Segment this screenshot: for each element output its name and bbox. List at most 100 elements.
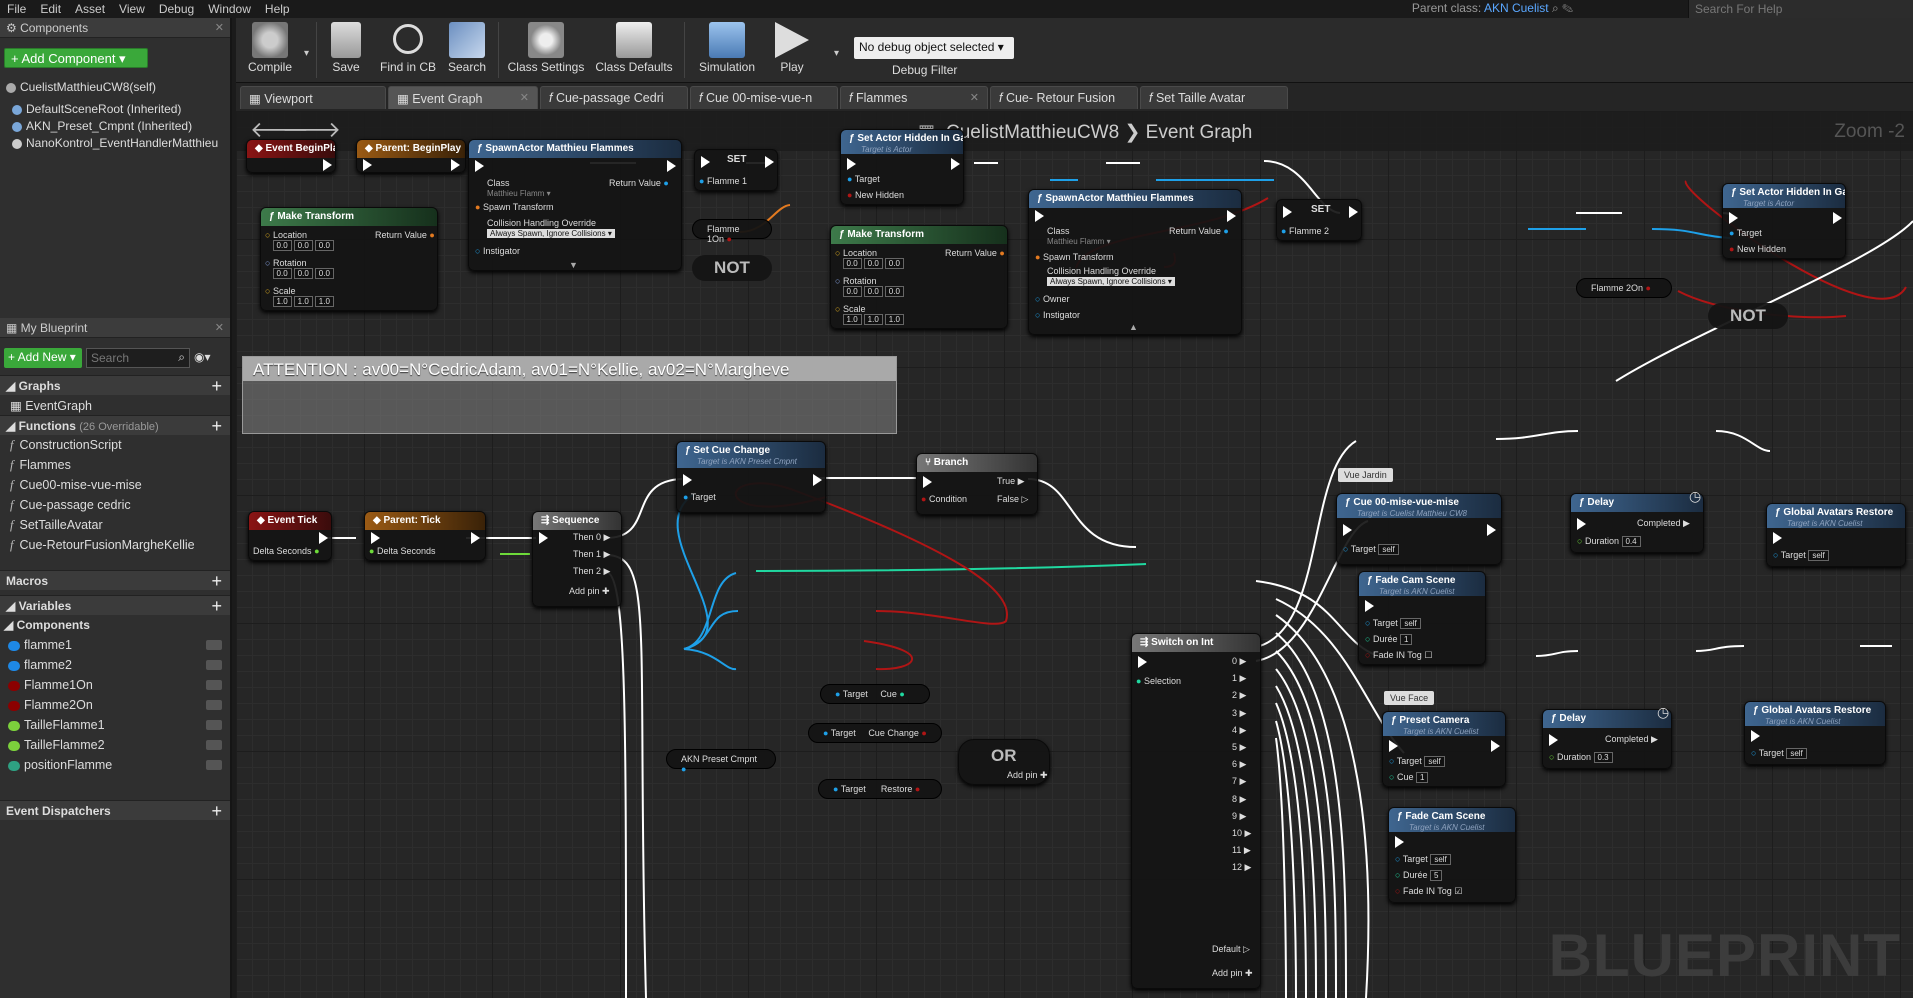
- completed-pin[interactable]: Completed ▶: [1605, 734, 1658, 745]
- exec-in-pin[interactable]: [1395, 836, 1404, 848]
- switch-case-pin[interactable]: 4 ▶: [1232, 725, 1246, 736]
- eye-icon[interactable]: [206, 640, 222, 650]
- fade-in-tog-pin[interactable]: ○ Fade IN Tog ☑: [1395, 886, 1462, 897]
- components-category[interactable]: ◢ Components: [4, 618, 90, 632]
- variable-item[interactable]: Flamme1On: [8, 678, 228, 692]
- eye-icon[interactable]: [206, 760, 222, 770]
- exec-in-pin[interactable]: [1577, 518, 1586, 530]
- selection-pin[interactable]: ● Selection: [1136, 676, 1181, 686]
- find-in-cb-button[interactable]: Find in CB: [376, 22, 440, 74]
- search-icon[interactable]: ⌕: [1552, 1, 1559, 15]
- tab-cue-passage[interactable]: f Cue-passage Cedri: [540, 86, 688, 109]
- new-hidden-pin[interactable]: ● New Hidden: [1729, 244, 1786, 254]
- node-make-transform-1[interactable]: ƒ Make Transform ○ Location 0.0 0.0 0.0 Re…: [260, 207, 438, 311]
- exec-out-pin[interactable]: [1491, 740, 1500, 752]
- variable-item[interactable]: flamme2: [8, 658, 228, 672]
- target-pin[interactable]: ○ Target self: [1751, 748, 1809, 759]
- target-pin[interactable]: ○ Target self: [1343, 544, 1401, 555]
- node-make-transform-2[interactable]: ƒ Make Transform ○ Location 0.0 0.0 0.0 Re…: [830, 225, 1008, 329]
- eye-icon[interactable]: [206, 720, 222, 730]
- node-get-target-cue[interactable]: ● Target Cue ●: [820, 684, 930, 704]
- class-defaults-button[interactable]: Class Defaults: [592, 22, 676, 74]
- switch-case-pin[interactable]: 2 ▶: [1232, 690, 1246, 701]
- location-pin[interactable]: ○ Location 0.0 0.0 0.0: [265, 230, 336, 251]
- node-sequence[interactable]: ⇶ Sequence Then 0 ▶ Then 1 ▶ Then 2 ▶ Ad…: [532, 511, 622, 607]
- node-set-flamme2[interactable]: SET ● Flamme 2: [1276, 199, 1362, 241]
- tab-cue00[interactable]: f Cue 00-mise-vue-n: [690, 86, 838, 109]
- default-pin[interactable]: Default ▷: [1212, 944, 1250, 955]
- comment-box[interactable]: ATTENTION : av00=N°CedricAdam, av01=N°Ke…: [242, 356, 897, 434]
- exec-in-pin[interactable]: [701, 156, 710, 168]
- switch-case-pin[interactable]: 1 ▶: [1232, 673, 1246, 684]
- add-new-button[interactable]: + Add New ▾: [4, 348, 82, 368]
- function-item[interactable]: f SetTailleAvatar: [10, 518, 103, 533]
- exec-in-pin[interactable]: [1138, 656, 1147, 668]
- node-spawn-actor-2[interactable]: ƒ SpawnActor Matthieu Flammes Class Matth…: [1028, 189, 1242, 335]
- completed-pin[interactable]: Completed ▶: [1637, 518, 1690, 529]
- exec-out-pin[interactable]: [813, 474, 822, 486]
- new-hidden-pin[interactable]: ● New Hidden: [847, 190, 904, 200]
- target-pin[interactable]: ● Target: [683, 492, 716, 502]
- scale-pin[interactable]: ○ Scale 1.0 1.0 1.0: [835, 304, 906, 325]
- target-pin[interactable]: ○ Target self: [1365, 618, 1423, 629]
- exec-out-pin[interactable]: [667, 160, 676, 172]
- duree-value[interactable]: 5: [1429, 870, 1443, 881]
- eye-icon[interactable]: [206, 700, 222, 710]
- exec-in-pin[interactable]: [363, 159, 372, 171]
- owner-pin[interactable]: ○ Owner: [1035, 294, 1069, 304]
- parent-class-value[interactable]: AKN Cuelist: [1484, 1, 1549, 15]
- collision-select[interactable]: Always Spawn, Ignore Collisions ▾: [1047, 277, 1175, 286]
- duration-value[interactable]: 0.3: [1593, 752, 1613, 763]
- compile-button[interactable]: Compile: [248, 22, 292, 74]
- node-set-flamme1[interactable]: SET ● Flamme 1: [694, 149, 778, 191]
- cue-pin[interactable]: ○ Cue 1: [1389, 772, 1430, 783]
- variable-item[interactable]: TailleFlamme2: [8, 738, 228, 752]
- duree-pin[interactable]: ○ Durée 1: [1365, 634, 1414, 645]
- exec-in-pin[interactable]: [1389, 740, 1398, 752]
- tab-viewport[interactable]: ▦ Viewport: [240, 86, 386, 109]
- blueprint-search-input[interactable]: Search ⌕: [86, 348, 190, 368]
- graphs-section[interactable]: ◢ Graphs +: [0, 375, 230, 397]
- instigator-pin[interactable]: ○ Instigator: [475, 246, 520, 256]
- false-pin[interactable]: False ▷: [997, 494, 1028, 505]
- comment-label[interactable]: Vue Jardin: [1338, 468, 1393, 482]
- node-or[interactable]: OR Add pin ✚: [958, 739, 1050, 785]
- target-pin[interactable]: ● Target: [1729, 228, 1762, 238]
- duree-value[interactable]: 1: [1399, 634, 1413, 645]
- add-pin-button[interactable]: Add pin ✚: [1212, 968, 1253, 979]
- add-icon[interactable]: +: [211, 596, 222, 617]
- flamme2-pin[interactable]: ● Flamme 2: [1281, 226, 1329, 236]
- return-value-pin[interactable]: Return Value ●: [1169, 226, 1229, 236]
- add-icon[interactable]: +: [211, 801, 222, 822]
- add-icon[interactable]: +: [211, 376, 222, 397]
- add-pin-button[interactable]: Add pin ✚: [1007, 770, 1048, 781]
- menu-edit[interactable]: Edit: [33, 0, 68, 18]
- spawn-transform-pin[interactable]: ● Spawn Transform: [1035, 252, 1113, 262]
- location-pin[interactable]: ○ Location 0.0 0.0 0.0: [835, 248, 906, 269]
- exec-out-pin[interactable]: [471, 532, 480, 544]
- node-delay-2[interactable]: ƒ Delay ◷ Completed ▶ ○ Duration 0.3: [1542, 704, 1672, 769]
- exec-in-pin[interactable]: [1773, 532, 1782, 544]
- class-pin[interactable]: Class Matthieu Flamm ▾: [1047, 226, 1111, 246]
- function-item[interactable]: f Cue-RetourFusionMargheKellie: [10, 538, 195, 553]
- node-cue00[interactable]: ƒ Cue 00-mise-vue-mise Target is Cuelist …: [1336, 493, 1502, 565]
- node-get-flamme1on[interactable]: Flamme 1On ●: [692, 219, 772, 244]
- eye-icon[interactable]: [206, 660, 222, 670]
- node-not-2[interactable]: NOT: [1708, 303, 1788, 329]
- menu-debug[interactable]: Debug: [152, 0, 201, 18]
- component-item[interactable]: DefaultSceneRoot (Inherited): [12, 102, 181, 116]
- exec-in-pin[interactable]: [539, 532, 548, 544]
- exec-in-pin[interactable]: [475, 160, 484, 172]
- add-icon[interactable]: +: [211, 416, 222, 437]
- function-item[interactable]: f ConstructionScript: [10, 438, 122, 453]
- components-tab[interactable]: ⚙ Components ✕: [0, 18, 230, 38]
- play-button[interactable]: Play: [770, 22, 814, 74]
- exec-in-pin[interactable]: [847, 158, 856, 170]
- exec-in-pin[interactable]: [1365, 600, 1374, 612]
- variable-item[interactable]: positionFlamme: [8, 758, 228, 772]
- node-event-tick[interactable]: ◆ Event Tick Delta Seconds ●: [248, 511, 332, 561]
- exec-out-pin[interactable]: [1833, 212, 1842, 224]
- node-get-flamme2on[interactable]: Flamme 2On ●: [1576, 278, 1672, 298]
- target-pin[interactable]: ● Target: [847, 174, 880, 184]
- node-event-beginplay[interactable]: ◆ Event BeginPlay: [246, 139, 336, 173]
